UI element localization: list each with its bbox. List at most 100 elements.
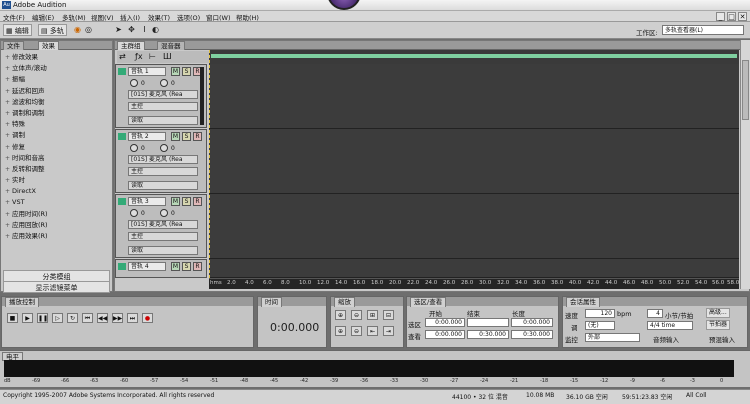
effect-category[interactable]: 延迟和回声: [3, 86, 111, 97]
close-button[interactable]: ✕: [738, 12, 747, 21]
pointer-tool-icon[interactable]: ➤: [113, 24, 124, 36]
pan-knob[interactable]: [160, 144, 168, 152]
volume-knob[interactable]: [130, 144, 138, 152]
effect-category[interactable]: 滤波和均衡: [3, 97, 111, 108]
advanced-button[interactable]: 高级...: [706, 308, 730, 318]
effect-category[interactable]: 时间和音高: [3, 153, 111, 164]
eq-icon[interactable]: Ш: [163, 52, 172, 61]
zoom-left-icon[interactable]: ⇤: [367, 326, 378, 336]
play-from-cursor-icon[interactable]: ▷: [52, 313, 63, 323]
playhead[interactable]: [209, 50, 210, 278]
track-name[interactable]: 音轨 3: [128, 197, 166, 206]
view-end-field[interactable]: 0:30.000: [467, 330, 509, 339]
automation-select[interactable]: 读取: [128, 181, 198, 190]
record-icon[interactable]: ●: [142, 313, 153, 323]
effect-category[interactable]: 调制: [3, 130, 111, 141]
scrollbar-thumb[interactable]: [742, 60, 749, 120]
workspace-dropdown[interactable]: 多轨查看器(L): [662, 25, 744, 35]
mute-button[interactable]: M: [171, 197, 180, 206]
zoom-in-horizontal-icon[interactable]: ⊕: [335, 310, 346, 320]
output-select[interactable]: 主控: [128, 102, 198, 111]
cd-icon[interactable]: ◉: [72, 24, 83, 36]
track-lane[interactable]: [209, 129, 739, 194]
show-filter-menu-button[interactable]: 显示滤镜菜单: [3, 281, 110, 293]
view-start-field[interactable]: 0:00.000: [425, 330, 465, 339]
effect-category[interactable]: DirectX: [3, 186, 111, 197]
output-select[interactable]: 主控: [128, 167, 198, 176]
pan-knob[interactable]: [160, 79, 168, 87]
tab-effects[interactable]: 效果: [38, 41, 59, 50]
effect-category[interactable]: 修复: [3, 142, 111, 153]
fast-forward-icon[interactable]: ▶▶: [112, 313, 123, 323]
pause-icon[interactable]: ❚❚: [37, 313, 48, 323]
solo-button[interactable]: S: [182, 67, 191, 76]
loop-icon[interactable]: ↻: [67, 313, 78, 323]
automation-select[interactable]: 读取: [128, 116, 198, 125]
edit-view-button[interactable]: ▦ 编辑: [3, 24, 32, 36]
tab-main-session[interactable]: 主群组: [117, 41, 145, 50]
menu-insert[interactable]: 插入(I): [120, 12, 140, 22]
minimize-button[interactable]: _: [716, 12, 725, 21]
tab-mixer[interactable]: 混音器: [157, 41, 185, 50]
tab-files[interactable]: 文件: [3, 41, 24, 50]
effect-category[interactable]: 应用回放(R): [3, 220, 111, 231]
mute-button[interactable]: M: [171, 132, 180, 141]
input-select[interactable]: [01S] 麦克风 (Rea: [128, 90, 198, 99]
automation-select[interactable]: 读取: [128, 246, 198, 255]
solo-button[interactable]: S: [182, 197, 191, 206]
track-name[interactable]: 音轨 4: [128, 262, 166, 271]
vertical-scrollbar[interactable]: [740, 40, 750, 289]
volume-knob[interactable]: [130, 209, 138, 217]
effect-category[interactable]: 立体声/滚动: [3, 63, 111, 74]
track-options-icon[interactable]: ⇄: [119, 52, 126, 61]
key-select[interactable]: (无): [585, 321, 615, 330]
selection-end-field[interactable]: [467, 318, 509, 327]
solo-button[interactable]: S: [182, 262, 191, 271]
zoom-out-vertical-icon[interactable]: ⊖: [351, 326, 362, 336]
zoom-out-horizontal-icon[interactable]: ⊖: [351, 310, 362, 320]
fx-icon[interactable]: ƒx: [135, 52, 143, 61]
view-length-field[interactable]: 0:30.000: [511, 330, 553, 339]
track-name[interactable]: 音轨 1: [128, 67, 166, 76]
output-select[interactable]: 主控: [128, 232, 198, 241]
effect-category[interactable]: 振幅: [3, 74, 111, 85]
selection-start-field[interactable]: 0:00.000: [425, 318, 465, 327]
maximize-button[interactable]: □: [727, 12, 736, 21]
menu-options[interactable]: 选项(O): [177, 12, 200, 22]
skip-back-icon[interactable]: ⏮: [82, 313, 93, 323]
selection-length-field[interactable]: 0:00.000: [511, 318, 553, 327]
rewind-icon[interactable]: ◀◀: [97, 313, 108, 323]
record-button[interactable]: R: [193, 132, 202, 141]
zoom-full-icon[interactable]: ⊞: [367, 310, 378, 320]
skip-forward-icon[interactable]: ⏭: [127, 313, 138, 323]
zoom-selection-icon[interactable]: ⊟: [383, 310, 394, 320]
track-lane[interactable]: [209, 64, 739, 129]
metronome-button[interactable]: 节拍器: [706, 320, 731, 330]
menu-window[interactable]: 窗口(W): [206, 12, 231, 22]
scrub-tool-icon[interactable]: ◐: [150, 24, 161, 36]
beats-field[interactable]: 4: [647, 309, 663, 318]
input-icon[interactable]: ⊢: [149, 52, 156, 61]
effect-category[interactable]: 反转和调整: [3, 164, 111, 175]
overview-range-bar[interactable]: [211, 54, 737, 58]
monitor-select[interactable]: 外部: [585, 333, 640, 342]
effect-category[interactable]: 应用时间(R): [3, 209, 111, 220]
record-button[interactable]: R: [193, 197, 202, 206]
record-button[interactable]: R: [193, 262, 202, 271]
menu-help[interactable]: 帮助(H): [236, 12, 259, 22]
track-lane[interactable]: [209, 194, 739, 259]
menu-effects[interactable]: 效果(T): [148, 12, 170, 22]
effect-category[interactable]: 实时: [3, 175, 111, 186]
input-select[interactable]: [01S] 麦克风 (Rea: [128, 220, 198, 229]
play-icon[interactable]: ▶: [22, 313, 33, 323]
mute-button[interactable]: M: [171, 67, 180, 76]
time-selection-tool-icon[interactable]: I: [139, 24, 150, 36]
move-tool-icon[interactable]: ✥: [126, 24, 137, 36]
zoom-in-vertical-icon[interactable]: ⊕: [335, 326, 346, 336]
effect-category[interactable]: 应用效果(R): [3, 231, 111, 242]
zoom-right-icon[interactable]: ⇥: [383, 326, 394, 336]
stop-icon[interactable]: ■: [7, 313, 18, 323]
menu-multitrack[interactable]: 多轨(M): [62, 12, 86, 22]
multitrack-view-button[interactable]: ▤ 多轨: [38, 24, 67, 36]
menu-edit[interactable]: 编辑(E): [32, 12, 54, 22]
